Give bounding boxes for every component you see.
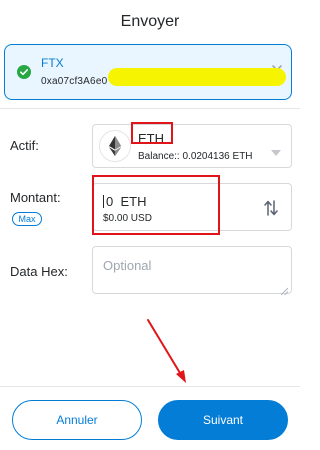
data-hex-field[interactable]: [92, 246, 292, 296]
cancel-button[interactable]: Annuler: [12, 400, 142, 440]
data-hex-input[interactable]: [93, 247, 291, 293]
annotation-arrow-icon: [140, 318, 190, 384]
amount-label: Montant:: [10, 190, 61, 205]
resize-grip-icon[interactable]: [280, 282, 289, 296]
asset-selector[interactable]: ETH Balance:: 0.0204136 ETH: [92, 124, 292, 168]
chevron-down-icon: [271, 143, 281, 156]
check-circle-icon: [17, 65, 31, 79]
recipient-address: 0xa07cf3A6e0: [41, 76, 108, 87]
asset-label: Actif:: [10, 138, 39, 153]
page-title: Envoyer: [120, 13, 180, 30]
footer-divider: [0, 386, 300, 387]
data-hex-label: Data Hex:: [10, 264, 68, 279]
divider: [0, 108, 300, 109]
address-redaction-highlight: [108, 68, 286, 86]
annotation-box-amount: [92, 175, 220, 235]
ethereum-logo-icon: [99, 130, 131, 162]
next-button[interactable]: Suivant: [158, 400, 288, 440]
swap-vertical-icon[interactable]: [263, 199, 279, 217]
asset-balance: Balance:: 0.0204136 ETH: [138, 151, 253, 162]
max-button[interactable]: Max: [12, 212, 42, 226]
annotation-box-asset: [131, 122, 173, 144]
recipient-name: FTX: [41, 56, 64, 70]
